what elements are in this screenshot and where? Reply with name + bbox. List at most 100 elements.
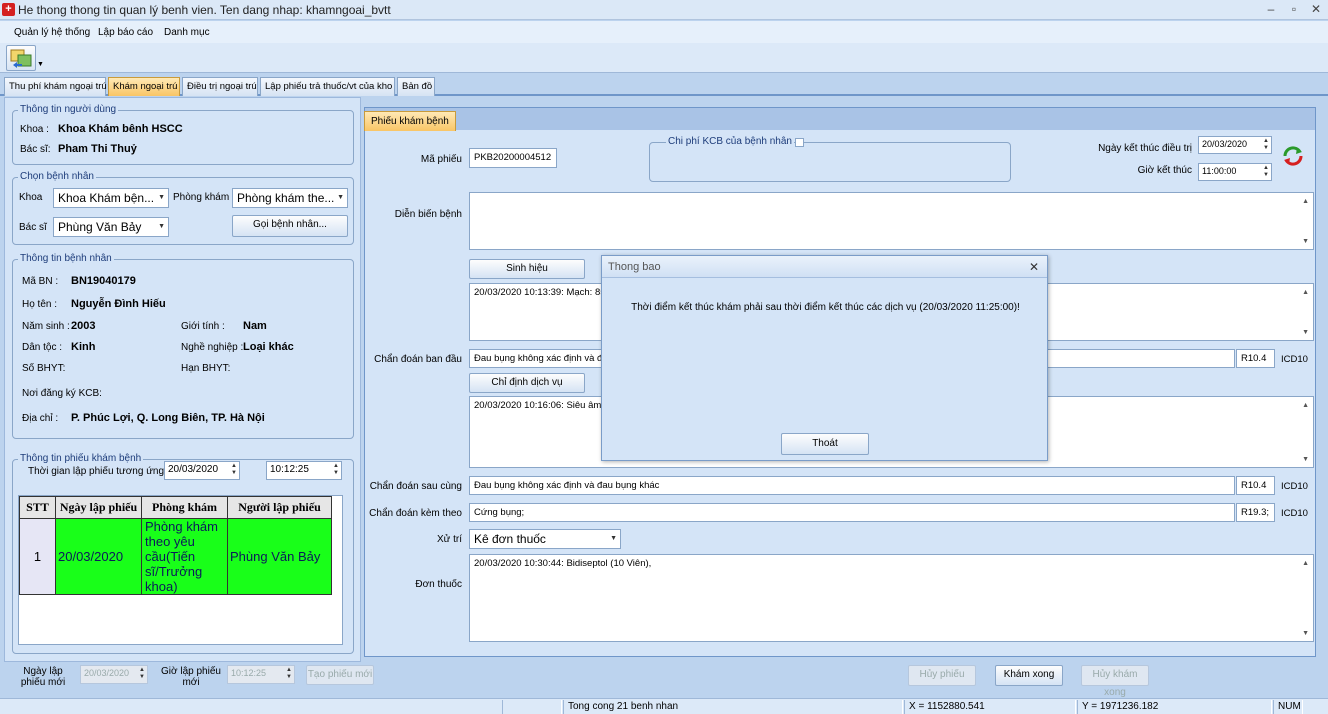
spin-down-icon[interactable]: ▼: [1263, 172, 1269, 178]
user-bacsi-label: Bác sĩ:: [20, 144, 51, 155]
phong-kham-select[interactable]: Phòng khám the... ▼: [232, 188, 348, 208]
scroll-up-icon[interactable]: ▲: [1302, 198, 1309, 205]
nghe-value: Loại khác: [243, 341, 294, 353]
col-stt[interactable]: STT: [19, 496, 56, 519]
title-bar: + He thong thong tin quan lý benh vien. …: [0, 0, 1328, 20]
spin-down-icon[interactable]: ▼: [333, 470, 339, 476]
scroll-down-icon[interactable]: ▼: [1302, 329, 1309, 336]
chidinh-button[interactable]: Chỉ định dịch vụ: [469, 373, 585, 393]
noidk-label: Nơi đăng ký KCB:: [22, 388, 102, 399]
close-icon[interactable]: ✕: [1029, 260, 1039, 274]
cell-stt[interactable]: 1: [19, 518, 56, 595]
new-date-label: Ngày lập phiếu mới: [20, 666, 66, 688]
dropdown-arrow-icon[interactable]: ▼: [37, 61, 44, 68]
tab-ban-do[interactable]: Bản đồ: [397, 77, 435, 96]
cell-phong[interactable]: Phòng khám theo yêu cầu(Tiến sĩ/Trưởng k…: [141, 518, 228, 595]
spin-down-icon[interactable]: ▼: [1263, 145, 1269, 151]
chevron-down-icon: ▼: [158, 223, 165, 230]
giokt-picker[interactable]: 11:00:00 ▲ ▼: [1198, 163, 1272, 181]
cdsaucung-label: Chẩn đoán sau cùng: [369, 481, 462, 492]
xutri-select[interactable]: Kê đơn thuốc ▼: [469, 529, 621, 549]
spin-up-icon[interactable]: ▲: [1263, 138, 1269, 144]
dienbien-textarea[interactable]: ▲ ▼: [469, 192, 1314, 250]
icd-label: ICD10: [1281, 354, 1308, 365]
mabn-value: BN19040179: [71, 275, 136, 287]
chiphi-checkbox[interactable]: [795, 138, 804, 147]
diachi-value: P. Phúc Lợi, Q. Long Biên, TP. Hà Nội: [71, 412, 265, 424]
col-nguoi[interactable]: Người lập phiếu: [227, 496, 332, 519]
new-sheet-button[interactable]: Tạo phiếu mới: [306, 665, 374, 685]
exam-time-picker[interactable]: 10:12:25 ▲ ▼: [266, 461, 342, 480]
restore-icon[interactable]: ▫: [1285, 2, 1303, 17]
menu-lap-bao-cao[interactable]: Lập báo cáo: [98, 27, 153, 38]
new-time-picker[interactable]: 10:12:25 ▲ ▼: [227, 665, 295, 684]
hoten-label: Họ tên :: [22, 299, 58, 310]
cell-nguoi[interactable]: Phùng Văn Bảy: [227, 518, 332, 595]
dialog-title: Thong bao: [608, 261, 661, 273]
finish-exam-button[interactable]: Khám xong: [995, 665, 1063, 686]
tab-kham-ngoai-tru[interactable]: Khám ngoại trú: [108, 77, 180, 96]
cdsaucung-code[interactable]: R10.4: [1236, 476, 1275, 495]
cdkemtheo-field[interactable]: Cứng bụng;: [469, 503, 1235, 522]
window-title: He thong thong tin quan lý benh vien. Te…: [18, 3, 391, 17]
tab-thu-phi[interactable]: Thu phí khám ngoại trú: [4, 77, 107, 96]
col-phong[interactable]: Phòng khám: [141, 496, 228, 519]
dialog-title-bar: Thong bao ✕: [602, 256, 1047, 278]
col-ngay[interactable]: Ngày lập phiếu: [55, 496, 142, 519]
cdkemtheo-code[interactable]: R19.3;: [1236, 503, 1275, 522]
scroll-up-icon[interactable]: ▲: [1302, 560, 1309, 567]
hoten-value: Nguyễn Đình Hiếu: [71, 298, 166, 310]
tab-phieu-kham-benh[interactable]: Phiếu khám bệnh: [364, 111, 456, 131]
call-patient-button[interactable]: Gọi bệnh nhân...: [232, 215, 348, 237]
close-icon[interactable]: ✕: [1307, 2, 1325, 17]
menu-bar: Quản lý hệ thống Lập báo cáo Danh mục: [0, 21, 1328, 43]
status-num: NUM: [1273, 700, 1303, 714]
scroll-down-icon[interactable]: ▼: [1302, 630, 1309, 637]
dialog-close-button[interactable]: Thoát: [781, 433, 869, 455]
chiphi-group: [649, 142, 1011, 182]
cdsaucung-field[interactable]: Đau bụng không xác định và đau bụng khác: [469, 476, 1235, 495]
scroll-down-icon[interactable]: ▼: [1302, 456, 1309, 463]
toolbar-button[interactable]: [6, 45, 36, 71]
spin-up-icon[interactable]: ▲: [333, 463, 339, 469]
scroll-up-icon[interactable]: ▲: [1302, 402, 1309, 409]
form-tab-strip: [365, 108, 1315, 130]
minimize-icon[interactable]: –: [1262, 2, 1280, 17]
khoa-select[interactable]: Khoa Khám bện... ▼: [53, 188, 169, 208]
scrollbar[interactable]: ▲ ▼: [1298, 556, 1312, 640]
select-khoa-label: Khoa: [19, 192, 43, 203]
cell-ngay[interactable]: 20/03/2020: [55, 518, 142, 595]
bacsi-select[interactable]: Phùng Văn Bảy ▼: [53, 217, 169, 237]
dialog-message: Thời điểm kết thúc khám phải sau thời đi…: [631, 302, 1020, 313]
cancel-finish-button[interactable]: Hủy khám xong: [1081, 665, 1149, 698]
status-cell-empty: [502, 700, 562, 714]
scrollbar[interactable]: ▲ ▼: [1298, 285, 1312, 339]
spin-up-icon[interactable]: ▲: [231, 463, 237, 469]
app-icon: +: [2, 3, 15, 16]
chevron-down-icon: ▼: [610, 535, 617, 542]
new-date-picker[interactable]: 20/03/2020 ▲ ▼: [80, 665, 148, 684]
tab-lap-phieu-tra[interactable]: Lập phiếu trả thuốc/vt của kho: [260, 77, 395, 96]
menu-danh-muc[interactable]: Danh mục: [164, 27, 210, 38]
spin-up-icon: ▲: [139, 667, 145, 673]
tab-dieu-tri[interactable]: Điều trị ngoại trú: [182, 77, 258, 96]
cancel-sheet-button[interactable]: Hủy phiếu: [908, 665, 976, 686]
spin-down-icon[interactable]: ▼: [231, 470, 237, 476]
maphieu-field[interactable]: PKB20200004512: [469, 148, 557, 168]
scroll-up-icon[interactable]: ▲: [1302, 289, 1309, 296]
table-row[interactable]: 1 20/03/2020 Phòng khám theo yêu cầu(Tiế…: [19, 518, 332, 595]
cdbandau-code[interactable]: R10.4: [1236, 349, 1275, 368]
scrollbar[interactable]: ▲ ▼: [1298, 194, 1312, 248]
refresh-icon[interactable]: [1281, 144, 1305, 168]
cdbandau-label: Chẩn đoán ban đầu: [374, 354, 462, 365]
scrollbar[interactable]: ▲ ▼: [1298, 398, 1312, 466]
donthuoc-textarea[interactable]: 20/03/2020 10:30:44: Bidiseptol (10 Viên…: [469, 554, 1314, 642]
exam-date-picker[interactable]: 20/03/2020 ▲ ▼: [164, 461, 240, 480]
exam-sheet-table[interactable]: STT Ngày lập phiếu Phòng khám Người lập …: [18, 495, 343, 645]
scroll-down-icon[interactable]: ▼: [1302, 238, 1309, 245]
menu-quan-ly-he-thong[interactable]: Quản lý hệ thống: [14, 27, 90, 38]
sinhhieu-button[interactable]: Sinh hiệu: [469, 259, 585, 279]
spin-up-icon[interactable]: ▲: [1263, 165, 1269, 171]
xutri-label: Xử trí: [436, 534, 462, 545]
ngaykt-picker[interactable]: 20/03/2020 ▲ ▼: [1198, 136, 1272, 154]
